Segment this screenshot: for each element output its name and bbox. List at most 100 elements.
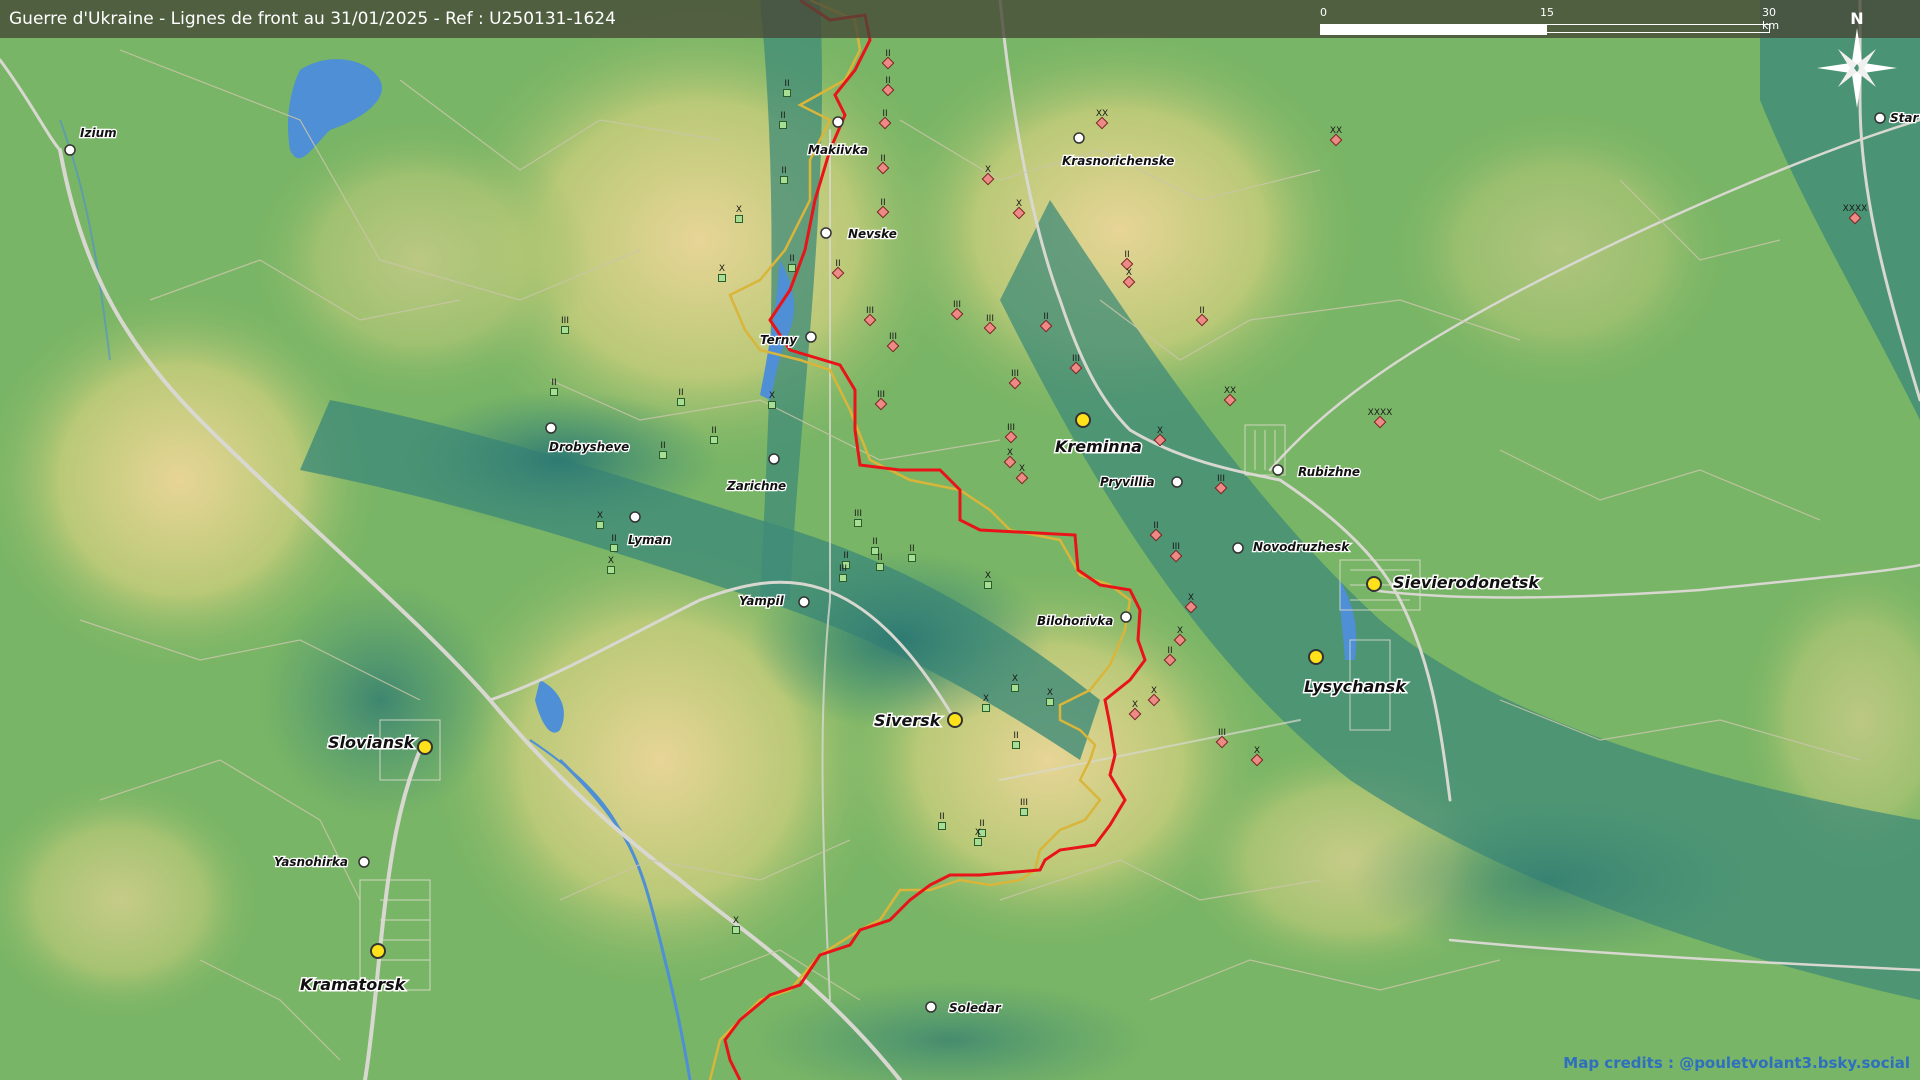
ukrainian-unit-marker[interactable]: X	[607, 556, 615, 574]
unit-echelon-label: X	[1047, 688, 1053, 698]
city-label: Nevske	[848, 227, 897, 241]
ukrainian-unit-marker[interactable]: II	[1012, 731, 1020, 749]
unit-echelon-label: XXXX	[1368, 408, 1393, 418]
ukrainian-unit-marker[interactable]: III	[854, 509, 862, 527]
city-label: Sloviansk	[328, 733, 416, 752]
unit-echelon-label: X	[983, 694, 989, 704]
map-credits: Map credits : @pouletvolant3.bsky.social	[1563, 1054, 1910, 1072]
ukrainian-unit-marker[interactable]: X	[735, 205, 743, 223]
city-label: Izium	[80, 126, 117, 140]
city-label: Kreminna	[1055, 437, 1142, 456]
ukrainian-unit-marker[interactable]: II	[550, 378, 558, 396]
city-label: Pryvillia	[1100, 475, 1155, 489]
unit-echelon-label: X	[1157, 426, 1163, 436]
ukrainian-unit-icon	[659, 451, 667, 459]
ukrainian-unit-marker[interactable]: X	[718, 264, 726, 282]
town-marker	[629, 511, 641, 523]
ukrainian-unit-marker[interactable]: X	[984, 571, 992, 589]
unit-echelon-label: XX	[1096, 109, 1108, 119]
ukrainian-unit-marker[interactable]: II	[876, 553, 884, 571]
ukrainian-unit-marker[interactable]: II	[710, 426, 718, 444]
ukrainian-unit-marker[interactable]: II	[871, 537, 879, 555]
unit-echelon-label: II	[780, 111, 785, 121]
city-label: Kramatorsk	[300, 975, 407, 994]
city-label: Zarichne	[726, 479, 786, 493]
city-sievierodonetsk[interactable]: Sievierodonetsk	[1366, 572, 1542, 594]
ukrainian-unit-marker[interactable]: II	[938, 812, 946, 830]
major-city-marker	[1308, 649, 1324, 665]
unit-echelon-label: III	[1218, 728, 1226, 738]
ukrainian-unit-marker[interactable]: III	[561, 316, 569, 334]
unit-echelon-label: II	[835, 259, 840, 269]
ukrainian-unit-marker[interactable]: X	[596, 511, 604, 529]
unit-echelon-label: X	[1019, 464, 1025, 474]
ukrainian-unit-marker[interactable]: X	[1011, 674, 1019, 692]
unit-echelon-label: III	[839, 564, 847, 574]
city-label: Lysychansk	[1304, 677, 1407, 696]
title-bar: Guerre d'Ukraine - Lignes de front au 31…	[0, 0, 1920, 38]
ukrainian-unit-marker[interactable]: II	[677, 388, 685, 406]
ukrainian-unit-marker[interactable]: II	[610, 534, 618, 552]
unit-echelon-label: X	[1132, 700, 1138, 710]
ukrainian-unit-marker[interactable]: X	[1046, 688, 1054, 706]
unit-echelon-label: X	[1016, 199, 1022, 209]
city-label: Soledar	[949, 1001, 1002, 1015]
ukrainian-unit-marker[interactable]: X	[768, 391, 776, 409]
ukrainian-unit-marker[interactable]: III	[839, 564, 847, 582]
town-marker	[1232, 542, 1244, 554]
city-label: Siversk	[874, 711, 942, 730]
unit-echelon-label: II	[882, 109, 887, 119]
town-marker	[545, 422, 557, 434]
ukrainian-unit-icon	[550, 388, 558, 396]
unit-echelon-label: II	[781, 166, 786, 176]
ukrainian-unit-marker[interactable]: III	[1020, 798, 1028, 816]
ukrainian-unit-marker[interactable]: X	[974, 828, 982, 846]
ukrainian-unit-marker[interactable]: II	[779, 111, 787, 129]
city-label: Yasnohirka	[274, 855, 348, 869]
scale-segment-empty	[1545, 24, 1770, 33]
city-label: Terny	[760, 333, 798, 347]
unit-echelon-label: II	[843, 551, 848, 561]
ukrainian-unit-marker[interactable]: II	[659, 441, 667, 459]
unit-echelon-label: III	[1011, 369, 1019, 379]
city-label: Yampil	[739, 594, 785, 608]
unit-echelon-label: X	[736, 205, 742, 215]
ukrainian-unit-icon	[677, 398, 685, 406]
ukrainian-unit-marker[interactable]: II	[780, 166, 788, 184]
unit-echelon-label: XX	[1224, 386, 1236, 396]
unit-echelon-label: X	[733, 916, 739, 926]
town-marker	[798, 596, 810, 608]
town-marker	[925, 1001, 937, 1013]
unit-echelon-label: II	[660, 441, 665, 451]
unit-echelon-label: XXXX	[1843, 204, 1868, 214]
ukrainian-unit-icon	[1020, 808, 1028, 816]
unit-echelon-label: X	[769, 391, 775, 401]
city-label: Sievierodonetsk	[1393, 573, 1540, 592]
ukrainian-unit-marker[interactable]: II	[783, 79, 791, 97]
unit-echelon-label: II	[877, 553, 882, 563]
ukrainian-unit-icon	[732, 926, 740, 934]
terrain-map[interactable]: IIIIIIXXIIIIIIIIIIIXIIXXIIIIIIIIIIIIIIII…	[0, 0, 1920, 1080]
unit-echelon-label: II	[678, 388, 683, 398]
ukrainian-unit-icon	[1046, 698, 1054, 706]
ukrainian-unit-icon	[710, 436, 718, 444]
unit-echelon-label: III	[1217, 474, 1225, 484]
ukrainian-unit-marker[interactable]: II	[788, 254, 796, 272]
ukrainian-unit-marker[interactable]: X	[732, 916, 740, 934]
unit-echelon-label: III	[561, 316, 569, 326]
unit-echelon-label: XX	[1330, 126, 1342, 136]
ukrainian-unit-icon	[908, 554, 916, 562]
ukrainian-unit-icon	[596, 521, 604, 529]
town-marker	[832, 116, 844, 128]
scale-tick-15: 15	[1540, 6, 1554, 19]
unit-echelon-label: III	[866, 306, 874, 316]
ukrainian-unit-marker[interactable]: II	[908, 544, 916, 562]
unit-echelon-label: X	[1188, 593, 1194, 603]
ukrainian-unit-icon	[735, 215, 743, 223]
town-marker	[1171, 476, 1183, 488]
ukrainian-unit-icon	[783, 89, 791, 97]
ukrainian-unit-marker[interactable]: X	[982, 694, 990, 712]
unit-echelon-label: X	[985, 165, 991, 175]
city-label: Krasnorichenske	[1062, 154, 1174, 168]
ukrainian-unit-icon	[607, 566, 615, 574]
